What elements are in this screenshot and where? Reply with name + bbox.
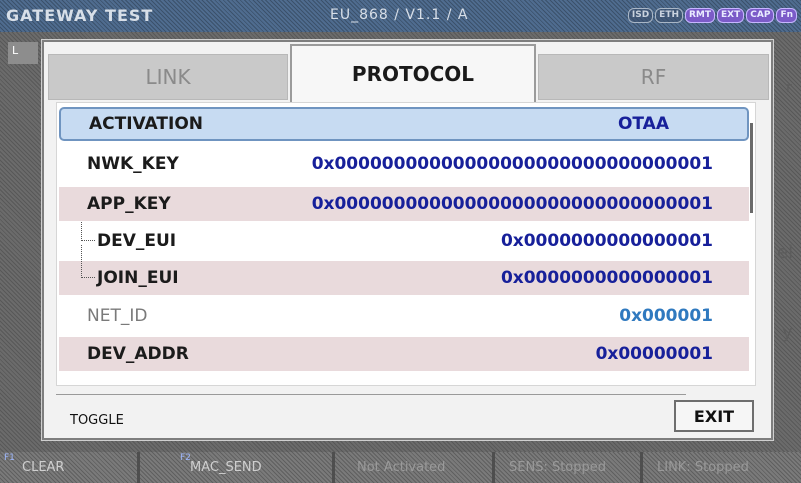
background-text: y [782,322,793,343]
row-value: 0x00000001 [595,344,713,364]
tab-link[interactable]: LINK [48,54,288,100]
background-text: r [786,80,792,96]
tab-bar: LINK RF PROTOCOL [48,44,769,102]
parameter-list: ACTIVATION OTAA NWK_KEY 0x00000000000000… [56,102,756,386]
softkey-label: CLEAR [22,460,65,475]
row-label: APP_KEY [87,194,171,214]
row-label: NET_ID [87,306,148,326]
tab-protocol[interactable]: PROTOCOL [290,44,536,102]
title-bar: GATEWAY TEST EU_868 / V1.1 / A ISD ETH R… [0,0,801,32]
status-link: LINK: Stopped [643,452,801,483]
softkey-bar: F1 CLEAR F2 MAC_SEND Not Activated SENS:… [0,452,801,483]
row-join-eui[interactable]: JOIN_EUI 0x0000000000000001 [59,245,749,295]
tab-rf[interactable]: RF [538,54,769,100]
softkey-label: Not Activated [357,460,446,475]
row-app-key[interactable]: APP_KEY 0x000000000000000000000000000000… [59,187,749,221]
row-label: NWK_KEY [87,154,179,174]
fn-key-label: F1 [4,453,15,463]
softkey-label: LINK: Stopped [657,460,749,475]
divider [56,394,686,395]
row-nwk-key[interactable]: NWK_KEY 0x000000000000000000000000000000… [59,147,749,181]
row-label: DEV_ADDR [87,344,189,364]
row-value: 0x0000000000000001 [500,268,713,288]
flag-eth: ETH [655,8,683,23]
row-dev-addr[interactable]: DEV_ADDR 0x00000001 [59,337,749,371]
row-value: 0x00000000000000000000000000000001 [311,194,713,214]
row-label: DEV_EUI [97,231,177,251]
toggle-hint: TOGGLE [70,413,124,428]
flag-ext: EXT [717,8,745,23]
exit-button[interactable]: EXIT [674,400,754,432]
row-value: 0x0000000000000001 [500,231,713,251]
row-label: ACTIVATION [89,114,203,134]
softkey-mac-send[interactable]: F2 MAC_SEND [140,452,335,483]
row-label: JOIN_EUI [97,268,179,288]
flag-rmt: RMT [685,8,716,23]
scrollbar[interactable] [750,105,754,383]
row-value: 0x000001 [619,306,713,326]
flag-isd: ISD [627,8,654,23]
softkey-label: MAC_SEND [190,460,262,475]
softkey-label: SENS: Stopped [509,460,607,475]
mode-label: EU_868 / V1.1 / A [330,7,469,23]
tree-connector [81,222,95,241]
row-net-id: NET_ID 0x000001 [59,299,749,333]
row-value: 0x00000000000000000000000000000001 [311,154,713,174]
row-activation[interactable]: ACTIVATION OTAA [59,107,749,141]
fn-key-label: F2 [180,453,191,463]
status-flags: ISD ETH RMT EXT CAP Fn [627,8,797,23]
softkey-clear[interactable]: F1 CLEAR [0,452,140,483]
status-activation: Not Activated [335,452,495,483]
status-sens: SENS: Stopped [495,452,643,483]
row-dev-eui[interactable]: DEV_EUI 0x0000000000000001 [59,222,749,258]
flag-cap: CAP [746,8,775,23]
scrollbar-thumb[interactable] [750,123,753,213]
protocol-dialog: LINK RF PROTOCOL ACTIVATION OTAA NWK_KEY… [42,40,773,440]
row-value: OTAA [617,114,669,134]
background-marker: L [8,42,38,64]
background-text: el [777,242,794,263]
tree-connector [81,245,95,278]
app-title: GATEWAY TEST [6,6,154,25]
flag-fn: Fn [776,8,797,23]
